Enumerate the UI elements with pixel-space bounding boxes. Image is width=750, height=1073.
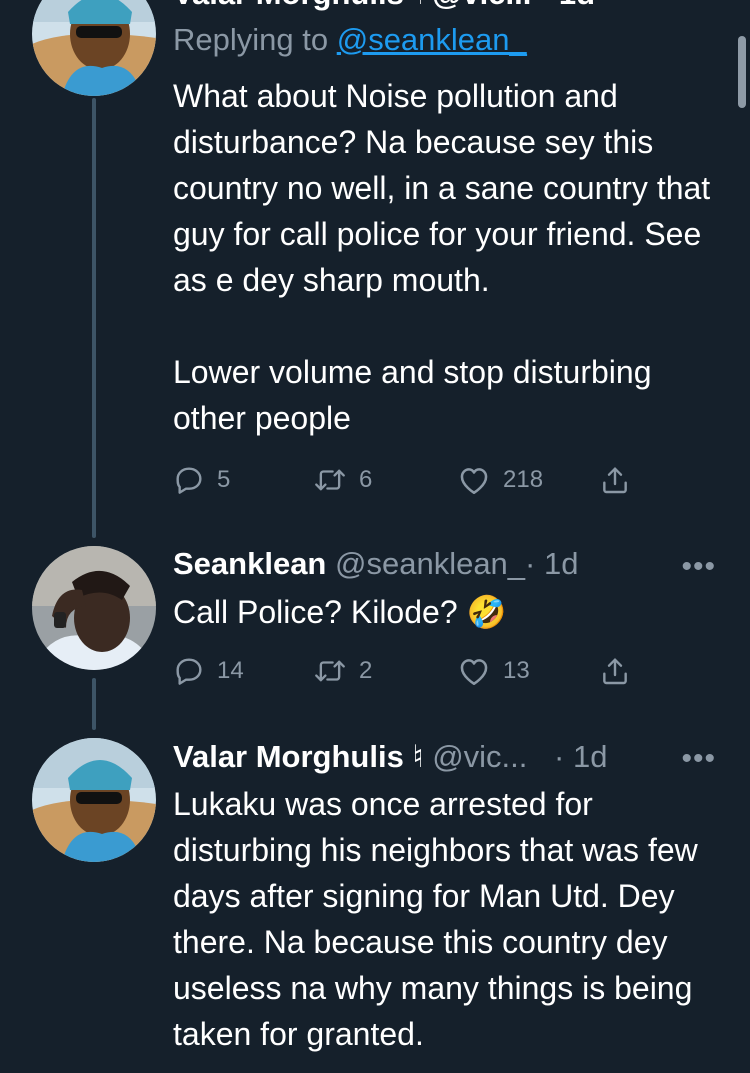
- like-button[interactable]: 13: [457, 651, 530, 691]
- heart-icon: [457, 655, 491, 687]
- author-name[interactable]: Seanklean: [173, 546, 326, 581]
- share-icon: [599, 654, 631, 688]
- author-name[interactable]: Valar Morghulis: [173, 739, 404, 774]
- tweet-header-partial: Valar Morghulis ♮ @vic... · 1d: [173, 0, 595, 14]
- reply-icon: [173, 464, 205, 496]
- reply-button[interactable]: 5: [173, 460, 230, 500]
- share-icon: [599, 463, 631, 497]
- tweet-text: Lukaku was once arrested for disturbing …: [173, 786, 707, 1052]
- scrollbar[interactable]: [738, 36, 746, 108]
- like-count: 13: [503, 657, 530, 684]
- tweet-text: Call Police? Kilode? 🤣: [173, 594, 507, 630]
- share-button[interactable]: [599, 460, 631, 500]
- badge-icon: ♮: [412, 739, 424, 774]
- retweet-count: 2: [359, 657, 373, 684]
- avatar-valar[interactable]: [32, 738, 156, 862]
- retweet-button[interactable]: 2: [313, 651, 372, 691]
- tweet-time: · 1d: [525, 546, 579, 581]
- retweet-icon: [313, 655, 347, 687]
- tweet-header: Seanklean @seanklean_· 1d: [173, 544, 578, 584]
- more-icon[interactable]: •••: [681, 744, 716, 774]
- like-button[interactable]: 218: [457, 460, 543, 500]
- reply-button[interactable]: 14: [173, 651, 244, 691]
- reply-count: 5: [217, 466, 231, 493]
- more-icon[interactable]: •••: [681, 552, 716, 582]
- retweet-icon: [313, 464, 347, 496]
- author-handle[interactable]: @seanklean_: [335, 546, 525, 581]
- thread-line: [92, 678, 96, 730]
- heart-icon: [457, 464, 491, 496]
- share-button[interactable]: [599, 651, 631, 691]
- reply-count: 14: [217, 657, 244, 684]
- replying-to: Replying to @seanklean_: [173, 22, 527, 57]
- retweet-button[interactable]: 6: [313, 460, 372, 500]
- replying-to-handle-link[interactable]: @seanklean_: [337, 22, 527, 57]
- tweet-actions: 14 2 13: [173, 651, 643, 691]
- author-handle[interactable]: @vic...: [432, 739, 527, 774]
- tweet-text: What about Noise pollution and disturban…: [173, 78, 711, 436]
- tweet-actions: 5 6 218: [173, 460, 643, 500]
- avatar-valar[interactable]: [32, 0, 156, 96]
- like-count: 218: [503, 466, 544, 493]
- tweet-header: Valar Morghulis ♮ @vic... · 1d: [173, 737, 607, 777]
- retweet-count: 6: [359, 466, 373, 493]
- tweet-time: · 1d: [554, 739, 608, 774]
- avatar-seanklean[interactable]: [32, 546, 156, 670]
- thread-line: [92, 98, 96, 538]
- reply-icon: [173, 655, 205, 687]
